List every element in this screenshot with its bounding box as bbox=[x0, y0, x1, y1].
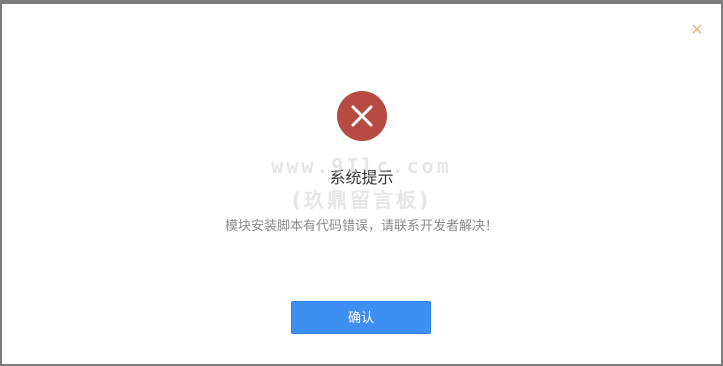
dialog-message: 模块安装脚本有代码错误，请联系开发者解决！ bbox=[224, 219, 498, 234]
confirm-button[interactable]: 确认 bbox=[291, 301, 431, 334]
close-icon[interactable]: ✕ bbox=[689, 22, 705, 38]
error-dialog: ✕ 系统提示 www.9Ilc.com (玖鼎留言板) 模块安装脚本有代码错误，… bbox=[2, 4, 721, 364]
dialog-title: 系统提示 bbox=[329, 168, 394, 187]
error-x-icon bbox=[337, 91, 387, 141]
watermark-site-name: (玖鼎留言板) bbox=[291, 188, 432, 212]
